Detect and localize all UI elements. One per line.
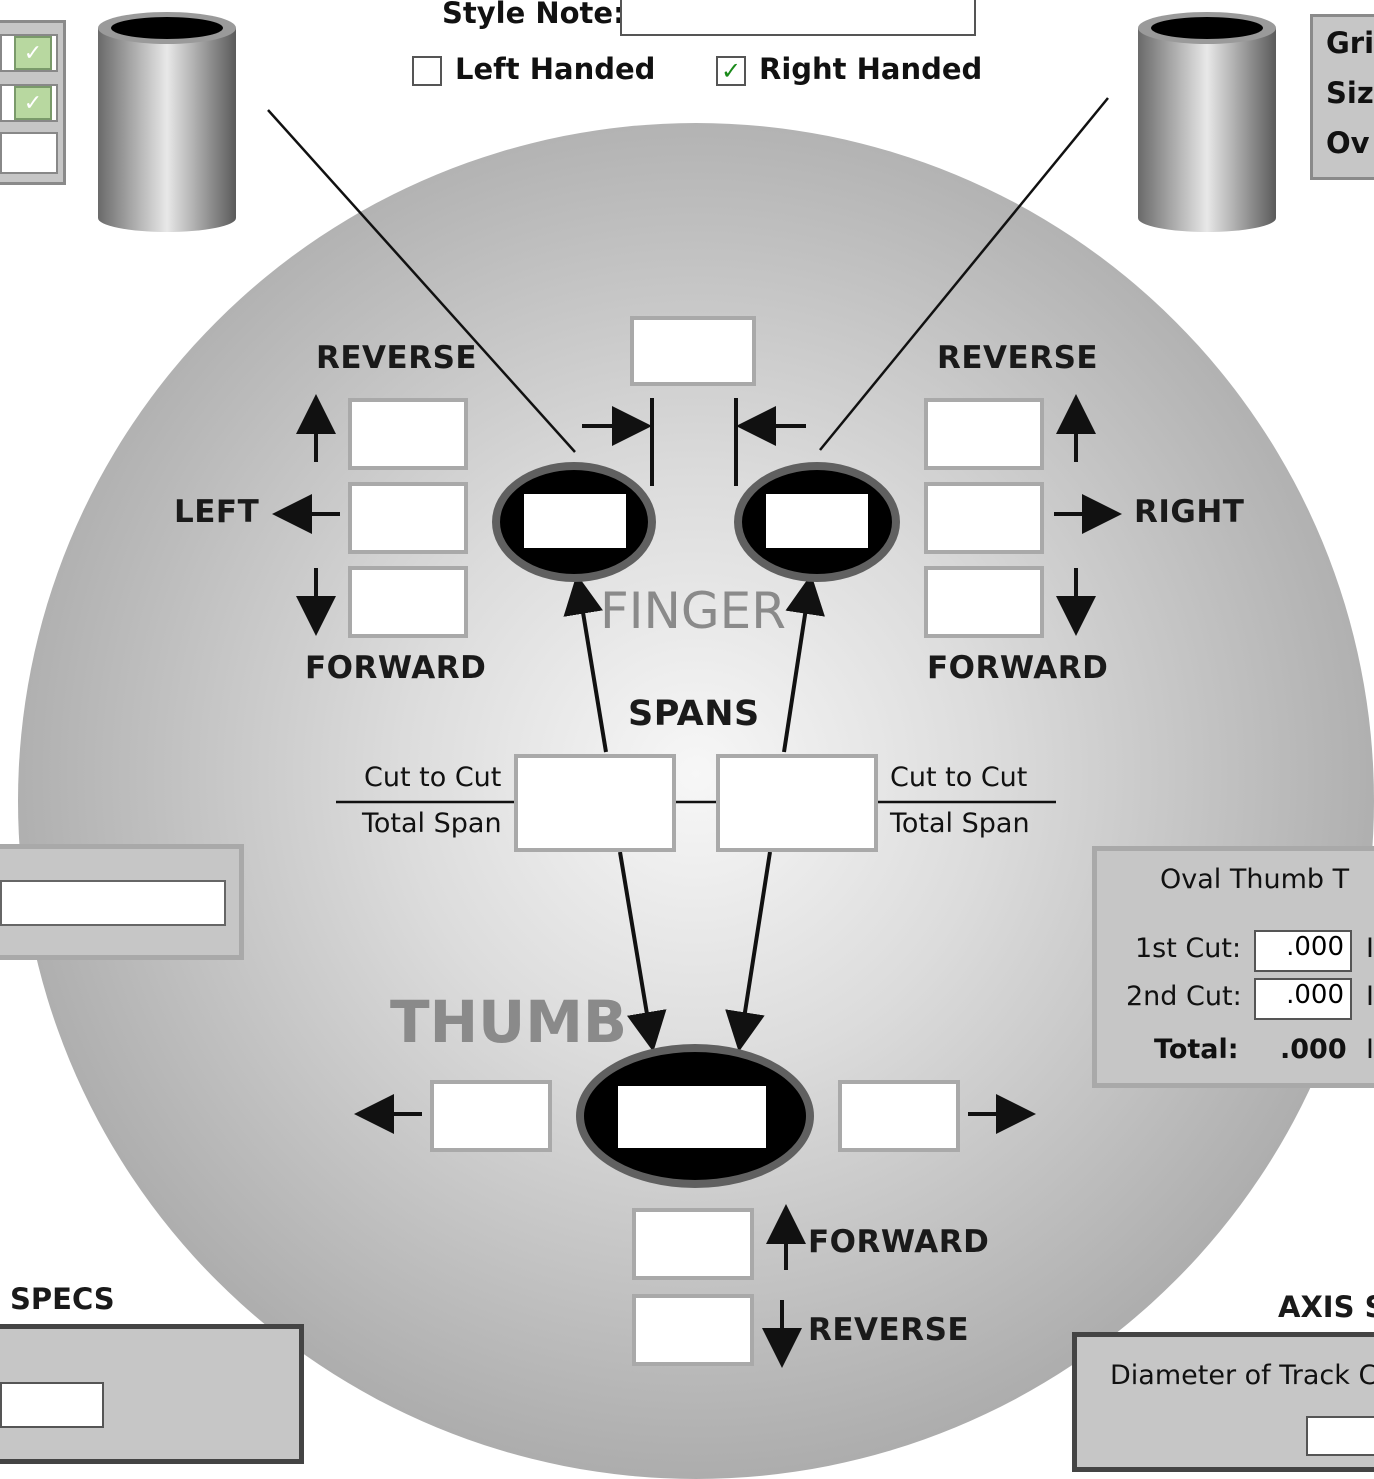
first-cut-input[interactable]: .000	[1254, 930, 1352, 972]
right-finger-reverse-input[interactable]	[924, 398, 1044, 470]
thumb-left-input[interactable]	[430, 1080, 552, 1152]
right-span-input[interactable]	[716, 754, 878, 852]
left-label: LEFT	[174, 494, 260, 530]
second-cut-input[interactable]: .000	[1254, 978, 1352, 1020]
right-finger-right-input[interactable]	[924, 482, 1044, 554]
axis-title: AXIS S	[1278, 1290, 1374, 1324]
right-label: RIGHT	[1134, 494, 1245, 530]
left-total-span-label: Total Span	[362, 808, 502, 839]
axis-input[interactable]	[1306, 1416, 1374, 1456]
spans-label: SPANS	[628, 694, 760, 734]
left-finger-reverse-input[interactable]	[348, 398, 468, 470]
thumb-reverse-label: REVERSE	[808, 1312, 970, 1348]
thumb-reverse-input[interactable]	[632, 1294, 754, 1366]
total-unit-partial: I	[1366, 1034, 1374, 1065]
left-mid-input[interactable]	[0, 880, 226, 926]
specs-label: SPECS	[10, 1282, 115, 1316]
finger-label: FINGER	[600, 582, 786, 640]
thumb-hole-input[interactable]	[616, 1084, 768, 1150]
bridge-input[interactable]	[630, 316, 756, 386]
left-reverse-label: REVERSE	[316, 340, 478, 376]
right-reverse-label: REVERSE	[937, 340, 1099, 376]
right-forward-label: FORWARD	[927, 650, 1109, 686]
thumb-label: THUMB	[390, 988, 628, 1056]
diameter-track-label: Diameter of Track Ci	[1110, 1360, 1374, 1391]
second-cut-unit-partial: I	[1366, 981, 1374, 1012]
left-span-input[interactable]	[514, 754, 676, 852]
left-finger-forward-input[interactable]	[348, 566, 468, 638]
left-cut-to-cut-label: Cut to Cut	[364, 762, 502, 793]
first-cut-unit-partial: I	[1366, 933, 1374, 964]
first-cut-label: 1st Cut:	[1135, 933, 1242, 964]
left-finger-left-input[interactable]	[348, 482, 468, 554]
total-label: Total:	[1154, 1034, 1239, 1065]
left-forward-label: FORWARD	[305, 650, 487, 686]
oval-thumb-title: Oval Thumb T	[1160, 864, 1350, 895]
thumb-forward-input[interactable]	[632, 1208, 754, 1280]
thumb-forward-label: FORWARD	[808, 1224, 990, 1260]
thumb-right-input[interactable]	[838, 1080, 960, 1152]
right-finger-forward-input[interactable]	[924, 566, 1044, 638]
second-cut-label: 2nd Cut:	[1126, 981, 1242, 1012]
specs-input[interactable]	[0, 1382, 104, 1428]
right-cut-to-cut-label: Cut to Cut	[890, 762, 1028, 793]
left-finger-hole-input[interactable]	[522, 492, 628, 550]
right-total-span-label: Total Span	[890, 808, 1030, 839]
total-value: .000	[1280, 1034, 1347, 1065]
right-finger-hole-input[interactable]	[764, 492, 870, 550]
